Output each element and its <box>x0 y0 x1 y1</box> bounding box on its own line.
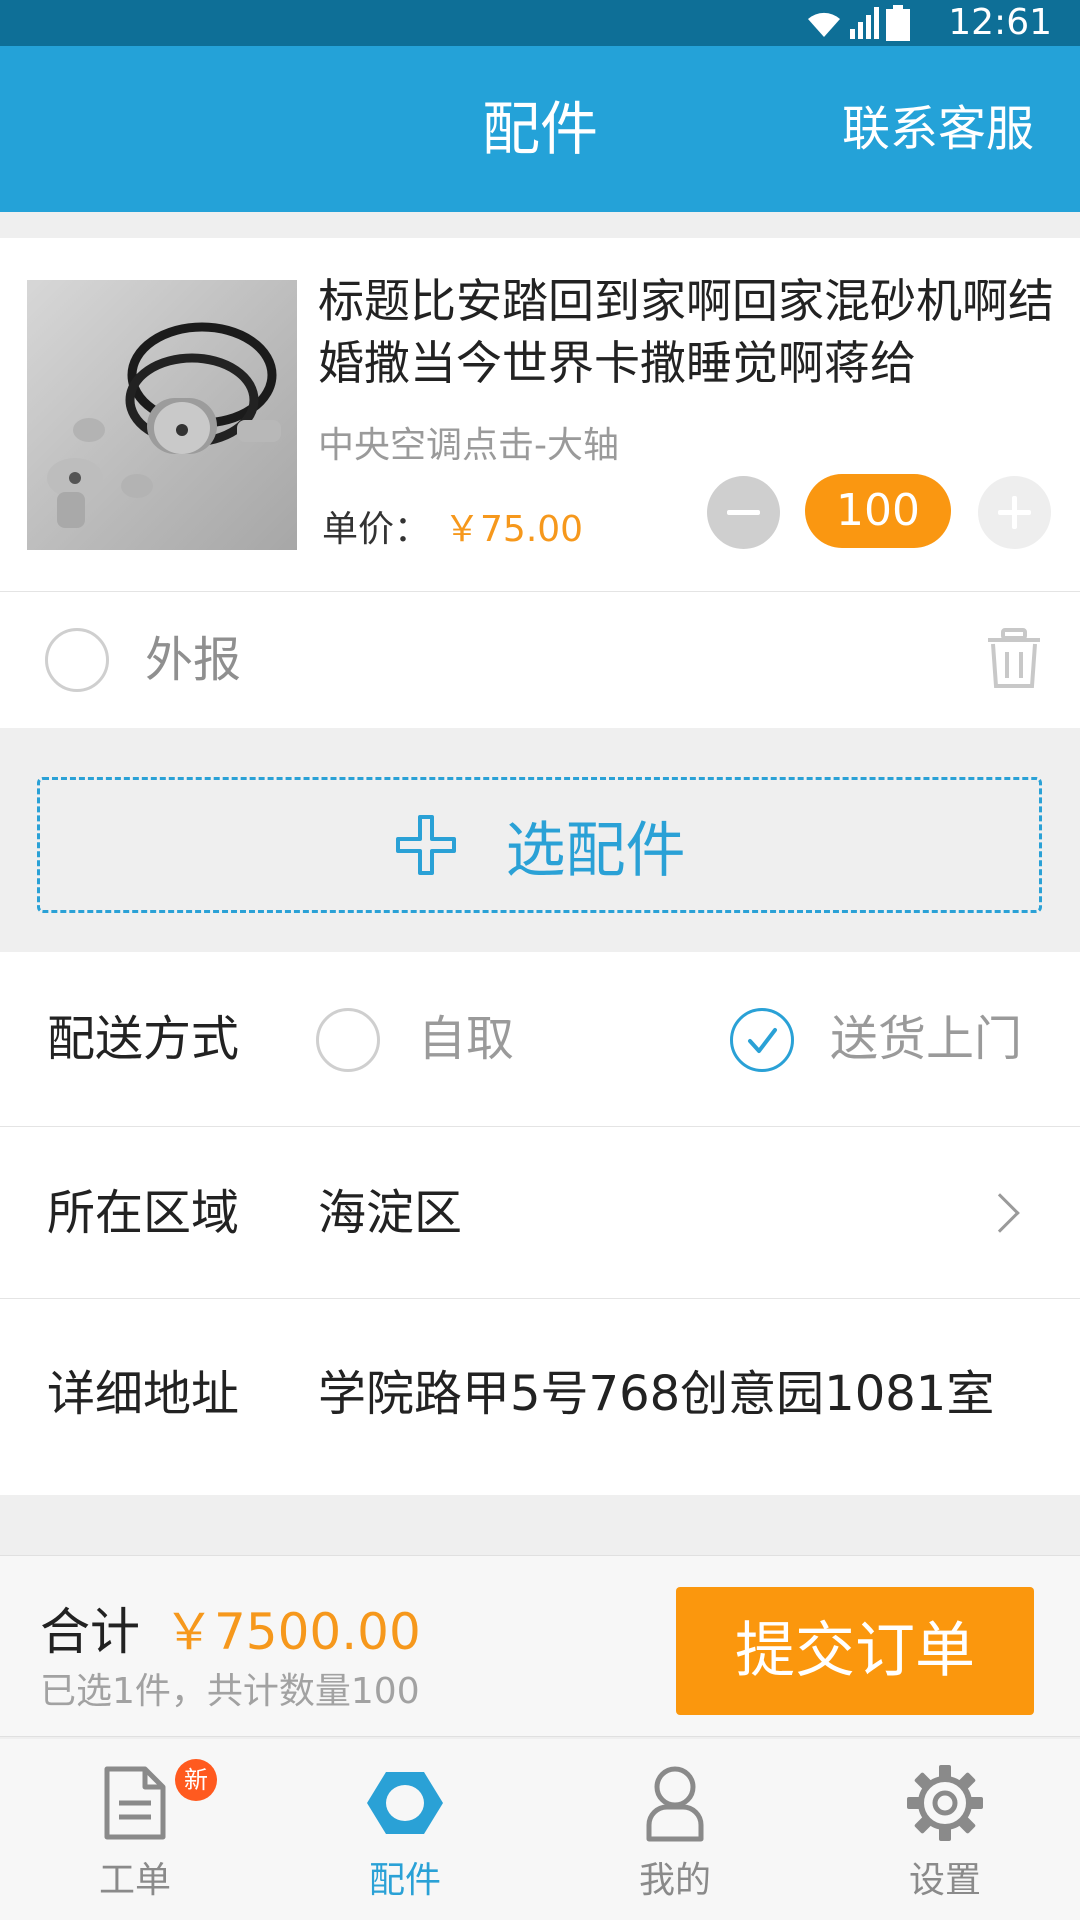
person-icon <box>646 1766 704 1842</box>
trash-icon[interactable] <box>985 628 1043 690</box>
tab-parts[interactable]: 配件 <box>270 1739 540 1920</box>
quantity-value[interactable]: 100 <box>805 474 951 548</box>
tab-profile[interactable]: 我的 <box>540 1739 810 1920</box>
total-line: 合计 ￥7500.00 <box>40 1592 421 1664</box>
tab-settings[interactable]: 设置 <box>810 1739 1080 1920</box>
gear-icon <box>907 1765 983 1841</box>
delivery-option-pickup-radio[interactable] <box>316 1008 380 1072</box>
signal-icon <box>850 7 879 39</box>
plus-outline-icon <box>395 815 456 875</box>
app-bar: 配件 联系客服 <box>0 46 1080 212</box>
status-time: 12:61 <box>948 2 1052 43</box>
delivery-option-home-label: 送货上门 <box>830 1011 1023 1067</box>
delivery-method-row: 配送方式 自取 送货上门 <box>0 952 1080 1127</box>
total-label: 合计 <box>40 1603 140 1661</box>
tab-work-orders[interactable]: 新 工单 <box>0 1739 270 1920</box>
delivery-option-home-radio[interactable] <box>730 1008 794 1072</box>
address-row[interactable]: 详细地址 学院路甲5号768创意园1081室 <box>0 1299 1080 1495</box>
tab-label: 配件 <box>368 1860 441 1901</box>
product-image <box>27 280 297 550</box>
hexagon-icon <box>367 1772 443 1834</box>
region-row[interactable]: 所在区域 海淀区 <box>0 1127 1080 1299</box>
report-radio[interactable] <box>45 628 109 692</box>
price-label: 单价： <box>322 509 431 550</box>
quantity-increase-button[interactable] <box>978 476 1051 549</box>
new-badge: 新 <box>175 1759 217 1801</box>
report-label: 外报 <box>145 632 242 688</box>
price-value: ￥75.00 <box>444 509 584 550</box>
quantity-decrease-button[interactable] <box>707 476 780 549</box>
add-part-button[interactable]: 选配件 <box>37 777 1042 913</box>
order-summary-bar: 合计 ￥7500.00 已选1件，共计数量100 提交订单 <box>0 1555 1080 1737</box>
battery-icon <box>886 5 910 41</box>
address-value[interactable]: 学院路甲5号768创意园1081室 <box>318 1299 994 1489</box>
tab-label: 我的 <box>638 1860 711 1901</box>
add-part-label: 选配件 <box>505 815 686 886</box>
product-subtitle: 中央空调点击-大轴 <box>318 425 619 466</box>
total-amount: ￥7500.00 <box>164 1603 421 1661</box>
report-row: 外报 <box>0 592 1080 728</box>
checkmark-icon <box>748 1028 777 1053</box>
chevron-right-icon <box>980 1193 1020 1233</box>
bottom-tab-bar: 新 工单 配件 我的 设置 <box>0 1739 1080 1920</box>
tab-label: 设置 <box>908 1860 981 1901</box>
contact-support-button[interactable]: 联系客服 <box>842 46 1034 212</box>
region-value: 海淀区 <box>318 1185 463 1241</box>
status-icons <box>804 4 910 42</box>
region-label: 所在区域 <box>47 1185 240 1241</box>
wifi-icon <box>808 12 840 38</box>
product-title: 标题比安踏回到家啊回家混砂机啊结婚撒当今世界卡撒睡觉啊蒋给 <box>318 274 1054 390</box>
tab-label: 工单 <box>98 1860 171 1901</box>
selection-summary: 已选1件，共计数量100 <box>40 1671 420 1712</box>
address-label: 详细地址 <box>47 1366 240 1422</box>
delivery-option-pickup-label: 自取 <box>418 1011 515 1067</box>
submit-order-button[interactable]: 提交订单 <box>676 1587 1034 1715</box>
price-row: 单价： ￥75.00 <box>322 496 583 556</box>
delivery-method-label: 配送方式 <box>47 1011 240 1067</box>
status-bar: 12:61 <box>0 0 1080 46</box>
document-icon <box>104 1766 166 1840</box>
delivery-form: 配送方式 自取 送货上门 所在区域 海淀区 详细地址 学院路甲5号768创意园1… <box>0 952 1080 1495</box>
